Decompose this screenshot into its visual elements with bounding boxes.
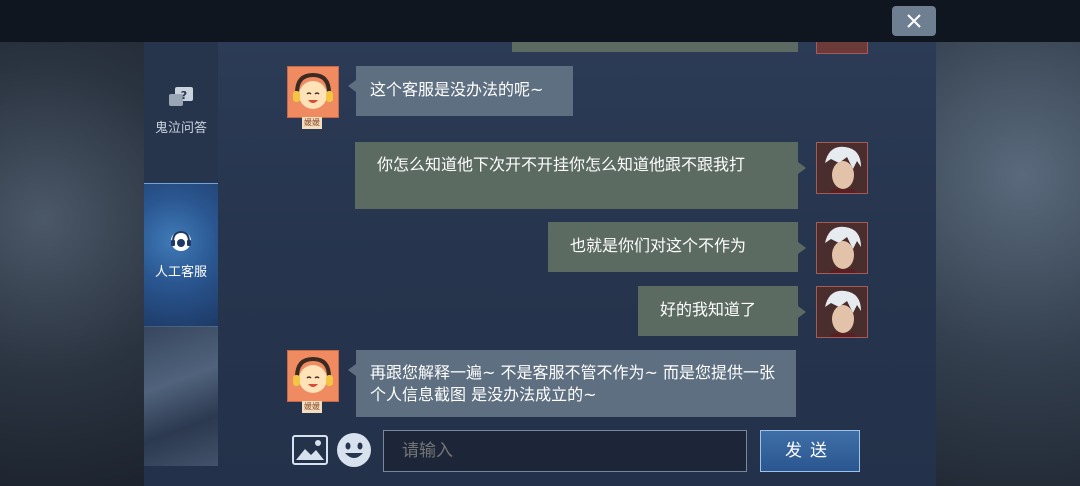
user-avatar	[816, 286, 868, 338]
service-message-bubble: 这个客服是没办法的呢~	[348, 66, 573, 116]
emoji-button[interactable]	[336, 432, 372, 468]
background-left	[0, 42, 144, 486]
user-message-bubble: 好的我知道了	[638, 286, 806, 336]
image-icon	[292, 435, 328, 465]
service-name-tag: 媛媛	[302, 401, 322, 413]
user-message-bubble: 也就是你们对这个不作为	[548, 222, 806, 272]
close-button[interactable]	[892, 6, 936, 36]
message-input[interactable]	[383, 430, 747, 472]
sidebar-item-label: 鬼泣问答	[154, 121, 207, 136]
image-button[interactable]	[292, 435, 328, 465]
user-avatar	[816, 222, 868, 274]
background-right	[936, 42, 1080, 486]
user-message-bubble: 你怎么知道他下次开不开挂你怎么知道他跟不跟我打	[355, 142, 806, 209]
previous-message-bubble	[512, 42, 798, 52]
svg-text:?: ?	[181, 89, 187, 102]
user-avatar	[816, 142, 868, 194]
sidebar-item-faq[interactable]: ? 鬼泣问答	[144, 80, 218, 150]
service-message-bubble: 再跟您解释一遍~ 不是客服不管不作为~ 而是您提供一张个人信息截图 是没办法成立…	[348, 350, 796, 417]
service-avatar	[287, 350, 339, 402]
user-avatar	[816, 42, 868, 54]
sidebar-item-human-service[interactable]: 人工客服	[144, 183, 218, 327]
sidebar: ? 鬼泣问答 人工客服	[144, 42, 218, 466]
faq-chat-icon: ?	[144, 86, 218, 114]
emoji-icon	[337, 433, 371, 467]
send-button[interactable]: 发送	[760, 430, 860, 472]
service-avatar	[287, 66, 339, 118]
input-bar: 发送	[144, 424, 936, 486]
sidebar-item-label: 人工客服	[154, 265, 207, 280]
chat-panel: ? 鬼泣问答 人工客服 媛媛 这个客服是没办法的呢~ 你怎么知道他下次开不开挂你…	[144, 42, 936, 486]
close-icon	[907, 14, 921, 28]
headset-icon	[144, 228, 218, 258]
service-name-tag: 媛媛	[302, 117, 322, 129]
